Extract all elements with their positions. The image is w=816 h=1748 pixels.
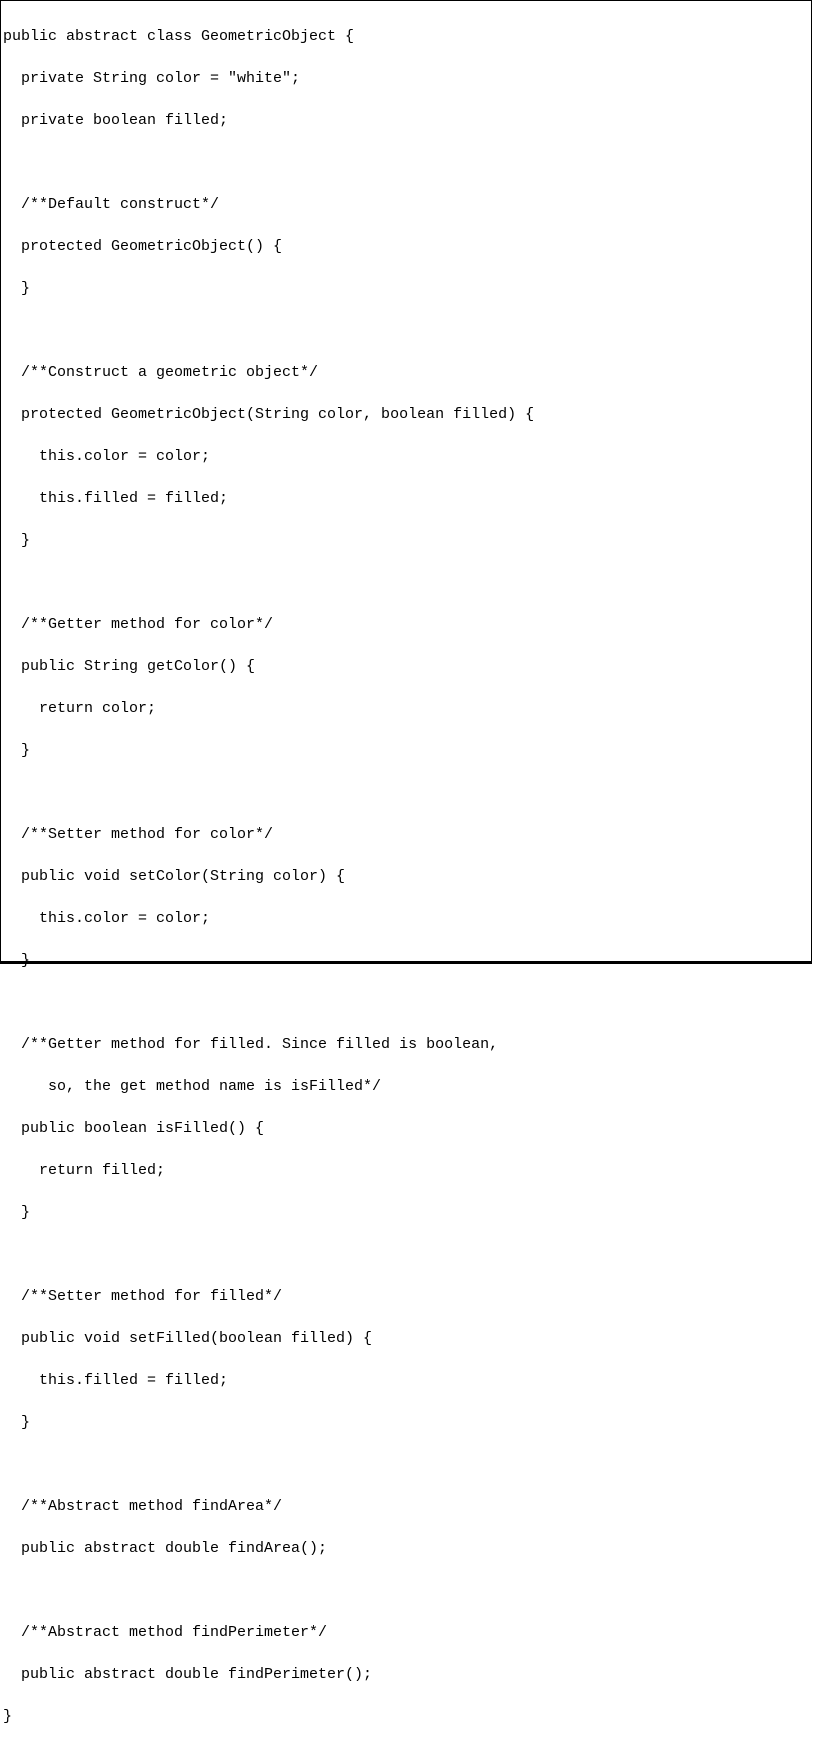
code-line: } [3,278,811,299]
code-line: /**Abstract method findPerimeter*/ [3,1622,811,1643]
code-line: } [3,950,811,971]
code-line: public abstract double findArea(); [3,1538,811,1559]
code-line: public String getColor() { [3,656,811,677]
code-line: protected GeometricObject() { [3,236,811,257]
code-line: /**Construct a geometric object*/ [3,362,811,383]
code-line: so, the get method name is isFilled*/ [3,1076,811,1097]
code-line: } [3,1202,811,1223]
code-line: /**Abstract method findArea*/ [3,1496,811,1517]
code-line: public void setColor(String color) { [3,866,811,887]
code-line: this.color = color; [3,908,811,929]
code-line [3,992,811,1013]
code-line: /**Getter method for color*/ [3,614,811,635]
code-line: /**Default construct*/ [3,194,811,215]
code-line: protected GeometricObject(String color, … [3,404,811,425]
code-block: public abstract class GeometricObject { … [0,0,812,964]
code-line: return color; [3,698,811,719]
code-line: } [3,740,811,761]
code-line: /**Getter method for filled. Since fille… [3,1034,811,1055]
code-line: this.filled = filled; [3,1370,811,1391]
code-line: public boolean isFilled() { [3,1118,811,1139]
code-line [3,1580,811,1601]
code-line: /**Setter method for filled*/ [3,1286,811,1307]
code-line: public void setFilled(boolean filled) { [3,1328,811,1349]
code-line: /**Setter method for color*/ [3,824,811,845]
code-line: } [3,1706,811,1727]
code-line: return filled; [3,1160,811,1181]
code-line [3,572,811,593]
code-line: } [3,530,811,551]
code-line: private String color = "white"; [3,68,811,89]
code-line: public abstract double findPerimeter(); [3,1664,811,1685]
code-line [3,1244,811,1265]
code-line [3,1454,811,1475]
code-line: private boolean filled; [3,110,811,131]
code-line: this.color = color; [3,446,811,467]
code-line [3,320,811,341]
code-line [3,152,811,173]
code-line [3,782,811,803]
code-line: public abstract class GeometricObject { [3,26,811,47]
code-line: } [3,1412,811,1433]
code-line: this.filled = filled; [3,488,811,509]
